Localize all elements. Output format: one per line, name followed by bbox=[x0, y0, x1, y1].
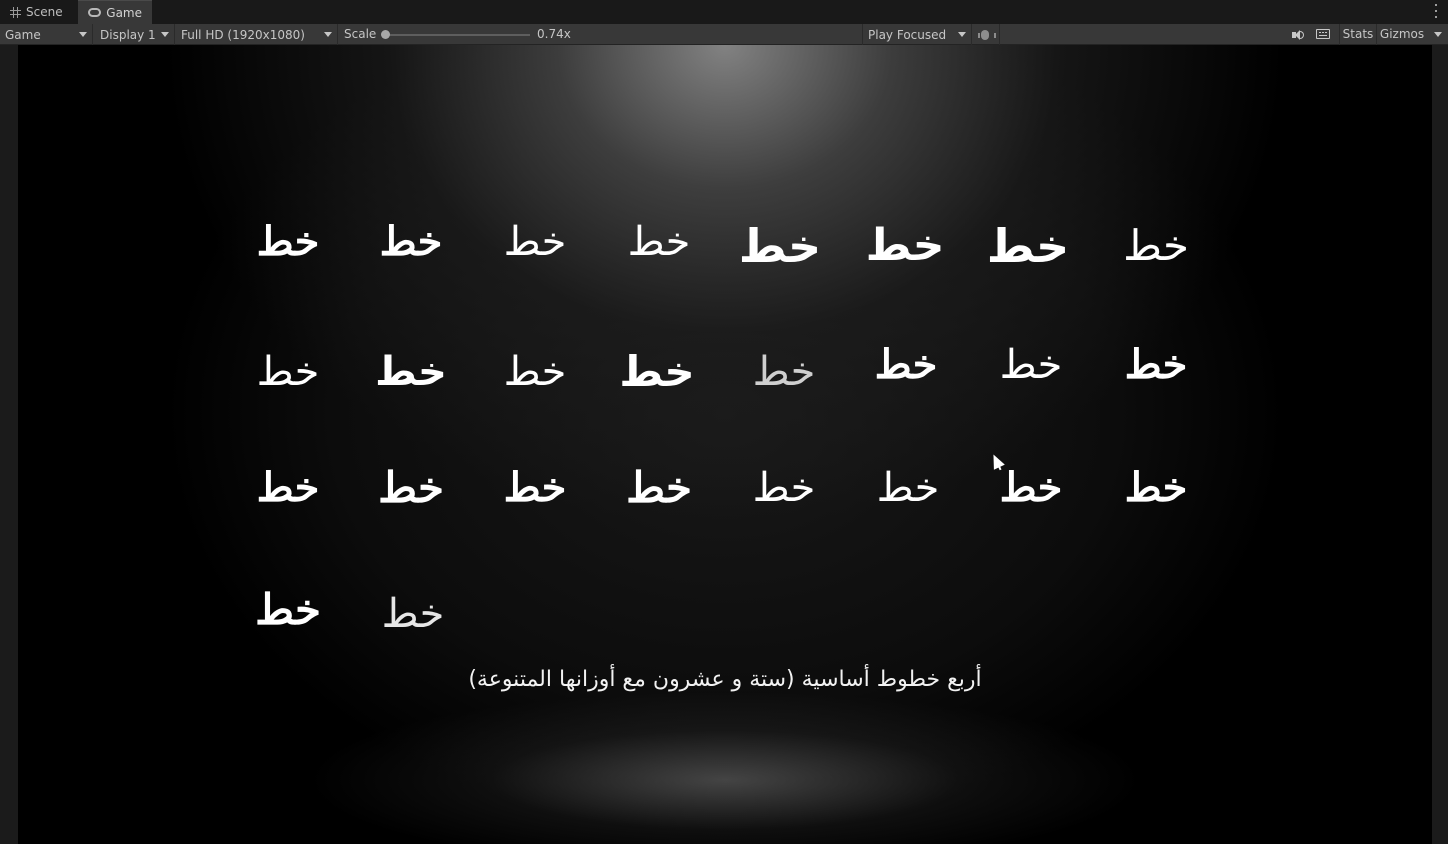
stats-button[interactable]: Stats bbox=[1339, 24, 1377, 45]
speaker-icon[interactable] bbox=[1290, 27, 1306, 43]
font-sample: خط bbox=[256, 349, 320, 395]
tab-game-label: Game bbox=[106, 5, 142, 20]
view-mode-value: Game bbox=[5, 27, 41, 42]
chevron-down-icon bbox=[958, 32, 966, 37]
display-dropdown[interactable]: Display 1 bbox=[95, 24, 175, 45]
font-sample: خط bbox=[1124, 464, 1188, 511]
play-mode-dropdown[interactable]: Play Focused bbox=[862, 24, 972, 45]
font-sample: خط bbox=[381, 591, 445, 637]
kebab-menu-icon[interactable] bbox=[1434, 4, 1438, 18]
font-sample: خط bbox=[999, 464, 1063, 511]
game-viewport[interactable]: خط خط خط خط خط خط خط خط خط خط خط خط خط خ… bbox=[0, 45, 1448, 844]
font-sample: خط bbox=[752, 465, 816, 511]
font-sample: خط bbox=[1123, 221, 1189, 270]
font-sample: خط bbox=[379, 218, 443, 265]
caption-text: أربع خطوط أساسية (ستة و عشرون مع أوزانها… bbox=[468, 667, 982, 692]
font-sample: خط bbox=[876, 465, 940, 511]
font-sample: خط bbox=[255, 585, 321, 634]
keyboard-icon[interactable] bbox=[1316, 29, 1330, 39]
scale-value: 0.74x bbox=[537, 27, 571, 41]
display-value: Display 1 bbox=[100, 27, 156, 42]
chevron-down-icon bbox=[79, 32, 87, 37]
font-sample: خط bbox=[626, 463, 692, 512]
font-sample: خط bbox=[986, 219, 1070, 273]
font-sample: خط bbox=[503, 464, 567, 511]
font-sample: خط bbox=[378, 463, 444, 512]
scale-label: Scale bbox=[344, 27, 377, 41]
grid-icon bbox=[10, 6, 21, 18]
font-sample: خط bbox=[503, 219, 567, 265]
toolbar-divider bbox=[999, 24, 1000, 45]
view-mode-dropdown[interactable]: Game bbox=[0, 24, 93, 45]
gamepad-icon bbox=[88, 8, 102, 17]
font-sample: خط bbox=[627, 219, 691, 265]
font-sample: خط bbox=[375, 349, 447, 395]
tab-scene-label: Scene bbox=[26, 5, 63, 19]
resolution-value: Full HD (1920x1080) bbox=[181, 27, 305, 42]
font-sample: خط bbox=[874, 341, 938, 388]
font-sample: خط bbox=[619, 347, 695, 396]
chevron-down-icon bbox=[324, 32, 332, 37]
gizmos-button[interactable]: Gizmos bbox=[1378, 24, 1426, 45]
chevron-down-icon bbox=[161, 32, 169, 37]
play-mode-value: Play Focused bbox=[868, 27, 947, 42]
font-sample: خط bbox=[256, 464, 320, 511]
font-sample: خط bbox=[752, 349, 816, 395]
scale-slider-handle[interactable] bbox=[381, 30, 390, 39]
font-sample: خط bbox=[738, 219, 822, 273]
scale-slider-track[interactable] bbox=[384, 34, 530, 36]
tab-game[interactable]: Game bbox=[78, 0, 152, 24]
game-view-toolbar: Game Display 1 Full HD (1920x1080) Scale… bbox=[0, 24, 1448, 45]
game-canvas[interactable]: خط خط خط خط خط خط خط خط خط خط خط خط خط خ… bbox=[18, 45, 1432, 844]
font-sample: خط bbox=[999, 342, 1063, 388]
bug-icon[interactable] bbox=[977, 27, 996, 43]
font-sample: خط bbox=[503, 349, 567, 395]
window-tab-bar: Scene Game bbox=[0, 0, 1448, 24]
font-sample: خط bbox=[256, 218, 320, 265]
tab-scene[interactable]: Scene bbox=[0, 0, 76, 24]
resolution-dropdown[interactable]: Full HD (1920x1080) bbox=[176, 24, 338, 45]
font-sample: خط bbox=[865, 220, 945, 271]
font-sample: خط bbox=[1124, 341, 1188, 388]
chevron-down-icon[interactable] bbox=[1434, 32, 1442, 37]
